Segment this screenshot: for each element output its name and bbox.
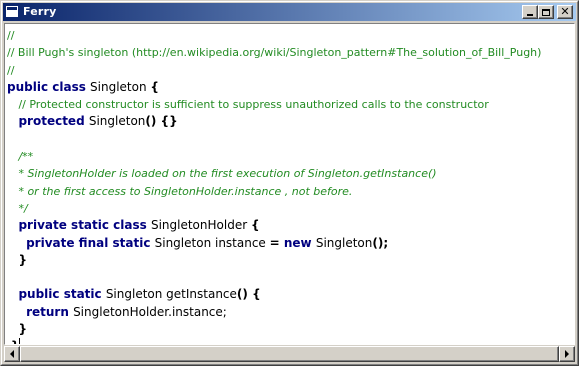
scroll-right-button[interactable] (559, 346, 575, 362)
code-token: SingletonHolder.instance; (73, 304, 227, 319)
minimize-button[interactable] (522, 5, 538, 19)
code-token: */ (18, 201, 28, 215)
code-token: * SingletonHolder is loaded on the first… (18, 167, 437, 181)
code-token: new (283, 235, 316, 250)
code-token: SingletonHolder (150, 218, 251, 233)
scrollbar-thumb[interactable] (20, 346, 559, 362)
arrow-left-icon (10, 350, 14, 358)
code-token: } (11, 339, 20, 344)
code-line: public class Singleton { (7, 79, 541, 96)
code-token: protected (18, 114, 89, 129)
code-line: } (7, 338, 541, 344)
code-token: /** (18, 150, 34, 164)
scroll-left-button[interactable] (4, 346, 20, 362)
code-line: } (7, 252, 541, 269)
code-token: // (7, 29, 15, 42)
code-line: protected Singleton() {} (7, 113, 541, 130)
code-editor[interactable]: // // Bill Pugh's singleton (http://en.wi… (4, 23, 575, 345)
horizontal-scrollbar[interactable] (4, 346, 575, 362)
code-token: (); (372, 235, 389, 250)
code-line: */ (7, 200, 541, 217)
code-token: { (150, 79, 159, 94)
code-line: // Bill Pugh's singleton (http://en.wiki… (7, 44, 541, 61)
code-text[interactable]: // // Bill Pugh's singleton (http://en.wi… (7, 27, 541, 344)
code-token: public static (18, 287, 106, 302)
code-token: // Protected constructor is sufficient t… (18, 98, 489, 112)
code-token: // (7, 63, 15, 77)
code-token: } (18, 322, 27, 337)
code-token: public class (7, 79, 91, 94)
code-line: private static class SingletonHolder { (7, 217, 541, 234)
code-line: public static Singleton getInstance() { (7, 286, 541, 303)
code-token: Singleton (315, 235, 373, 250)
code-token: Singleton getInstance (105, 287, 237, 302)
code-line: /** (7, 148, 541, 165)
code-line: // (7, 27, 541, 44)
app-icon[interactable] (6, 6, 18, 17)
close-icon: ✕ (560, 4, 570, 18)
minimize-icon (527, 14, 533, 16)
code-token: private static class (18, 218, 151, 233)
code-token: Singleton (90, 79, 151, 94)
code-token: // Bill Pugh's singleton (http://en.wiki… (7, 46, 542, 60)
close-button[interactable]: ✕ (557, 5, 573, 19)
code-token: { (250, 218, 260, 233)
code-token: private final static (26, 235, 155, 250)
code-line: // (7, 62, 541, 79)
code-line: private final static Singleton instance … (7, 235, 541, 252)
arrow-right-icon (565, 350, 569, 358)
window-title: Ferry (23, 5, 57, 18)
code-token: * or the first access to SingletonHolder… (18, 184, 353, 198)
maximize-icon (542, 8, 550, 16)
title-bar[interactable]: Ferry ✕ (3, 3, 576, 21)
code-token: () {} (145, 114, 178, 129)
editor-window: Ferry ✕ // // Bill Pugh's singleton (http… (0, 0, 579, 366)
text-caret (19, 338, 21, 344)
code-token: = (269, 235, 284, 250)
maximize-button[interactable] (538, 5, 554, 19)
code-token: return (26, 304, 74, 319)
code-line: * SingletonHolder is loaded on the first… (7, 165, 541, 182)
code-token: () { (236, 287, 261, 302)
code-line: * or the first access to SingletonHolder… (7, 183, 541, 200)
code-line: return SingletonHolder.instance; (7, 304, 541, 321)
code-line: // Protected constructor is sufficient t… (7, 96, 541, 113)
code-line: } (7, 321, 541, 338)
code-token: Singleton instance (154, 235, 270, 250)
code-token: Singleton (88, 114, 146, 129)
code-token: } (18, 252, 27, 267)
